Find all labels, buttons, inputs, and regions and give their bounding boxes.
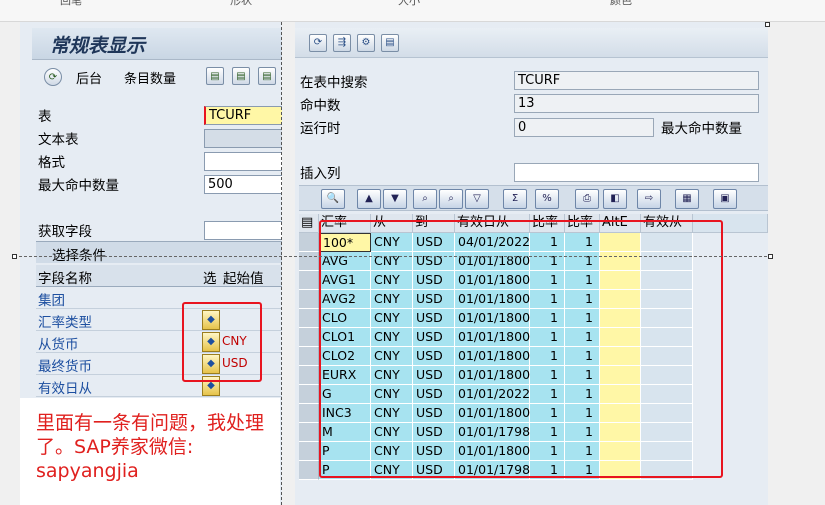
row-selector[interactable] [299, 423, 319, 442]
max-hits-label: 最大命中数量 [661, 121, 742, 137]
list-icon[interactable]: ▤ [381, 34, 399, 52]
selection-field-name[interactable]: 从货币 [38, 333, 79, 353]
resize-handle[interactable] [765, 22, 770, 27]
resize-handle[interactable] [768, 254, 773, 259]
hits-label: 命中数 [300, 98, 341, 114]
select-all-icon[interactable]: ▤ [299, 214, 319, 233]
row-selector[interactable] [299, 404, 319, 423]
row-selector[interactable] [299, 347, 319, 366]
resize-handle[interactable] [12, 254, 17, 259]
annotation-text: 里面有一条有问题，我处理了。SAP养家微信: sapyangjia [36, 412, 265, 482]
hits-field: 13 [514, 94, 759, 113]
selection-frame-line [14, 256, 772, 257]
execute-icon[interactable]: ⟳ [44, 68, 62, 86]
background-button[interactable]: 后台 [76, 68, 102, 88]
layout-icon[interactable]: ⇶ [333, 34, 351, 52]
selection-frame-line [281, 22, 282, 505]
select-column: 选 [203, 271, 217, 287]
layout-grid-icon[interactable]: ▦ [675, 189, 699, 209]
filter-icon[interactable]: ▽ [465, 189, 489, 209]
alv-toolbar: 🔍 ▲ ▼ ⌕ ⌕ ▽ Σ % ⎙ ◧ ⇨ ▦ ▣ [299, 185, 768, 211]
selection-field-name[interactable]: 汇率类型 [38, 311, 92, 331]
row-selector[interactable] [299, 328, 319, 347]
entry-count-button[interactable]: 条目数量 [124, 68, 176, 88]
ribbon-label: 颜色 [610, 0, 632, 7]
row-selector[interactable] [299, 442, 319, 461]
sort-descending-icon[interactable]: ▼ [383, 189, 407, 209]
export-icon[interactable]: ⇨ [637, 189, 661, 209]
get-variant-icon[interactable]: ▤ [232, 67, 250, 85]
fetch-fields-label: 获取字段 [38, 224, 92, 240]
delete-variant-icon[interactable]: ▤ [258, 67, 276, 85]
selection-field-name[interactable]: 集团 [38, 289, 65, 309]
find-next-icon[interactable]: ⌕ [439, 189, 463, 209]
row-selector[interactable] [299, 461, 319, 480]
selection-criteria-header: 选择条件 [36, 241, 282, 264]
highlight-box [182, 302, 262, 382]
insert-column-label: 插入列 [300, 166, 341, 182]
row-selector[interactable] [299, 252, 319, 271]
max-hits-label: 最大命中数量 [38, 178, 119, 194]
text-table-input [204, 129, 282, 148]
row-selector[interactable] [299, 385, 319, 404]
save-variant-icon[interactable]: ▤ [206, 67, 224, 85]
row-selector[interactable] [299, 233, 319, 252]
text-table-label: 文本表 [38, 132, 79, 148]
graphic-icon[interactable]: ▣ [713, 189, 737, 209]
fetch-fields-input[interactable] [204, 221, 282, 240]
find-icon[interactable]: ⌕ [413, 189, 437, 209]
ribbon-label: 大小 [398, 0, 420, 7]
sort-ascending-icon[interactable]: ▲ [357, 189, 381, 209]
print-icon[interactable]: ⎙ [575, 189, 599, 209]
total-icon[interactable]: Σ [503, 189, 527, 209]
search-label: 在表中搜索 [300, 75, 368, 91]
table-input[interactable]: TCURF [204, 106, 282, 125]
insert-column-input[interactable] [514, 163, 759, 182]
ribbon-label: 形状 [230, 0, 252, 7]
result-toolbar: ⟳ ⇶ ⚙ ▤ [295, 28, 768, 58]
selection-column-headers: 字段名称 选 起始值 [36, 265, 282, 287]
runtime-field: 0 [514, 118, 654, 137]
runtime-label: 运行时 [300, 121, 341, 137]
subtotal-icon[interactable]: % [535, 189, 559, 209]
page-title: 常规表显示 [32, 28, 282, 60]
settings-icon[interactable]: ⚙ [357, 34, 375, 52]
highlight-box [319, 220, 723, 478]
selection-field-name[interactable]: 有效日从 [38, 377, 92, 397]
format-input[interactable] [204, 152, 282, 171]
annotation-note: 里面有一条有问题，我处理了。SAP养家微信: sapyangjia [20, 398, 280, 505]
ribbon-label: 回笔 [60, 0, 82, 7]
row-selector[interactable] [299, 290, 319, 309]
field-name-column: 字段名称 [38, 271, 92, 287]
top-ribbon-strip: 回笔 形状 大小 颜色 [0, 0, 825, 22]
selection-field-name[interactable]: 最终货币 [38, 355, 92, 375]
view-icon[interactable]: ◧ [603, 189, 627, 209]
refresh-icon[interactable]: ⟳ [309, 34, 327, 52]
search-table-field: TCURF [514, 71, 759, 90]
row-selector[interactable] [299, 366, 319, 385]
row-selector[interactable] [299, 271, 319, 290]
max-hits-input[interactable]: 500 [204, 175, 282, 194]
table-label: 表 [38, 109, 52, 125]
from-value-column: 起始值 [223, 271, 264, 287]
format-label: 格式 [38, 155, 65, 171]
details-icon[interactable]: 🔍 [321, 189, 345, 209]
row-selector[interactable] [299, 309, 319, 328]
